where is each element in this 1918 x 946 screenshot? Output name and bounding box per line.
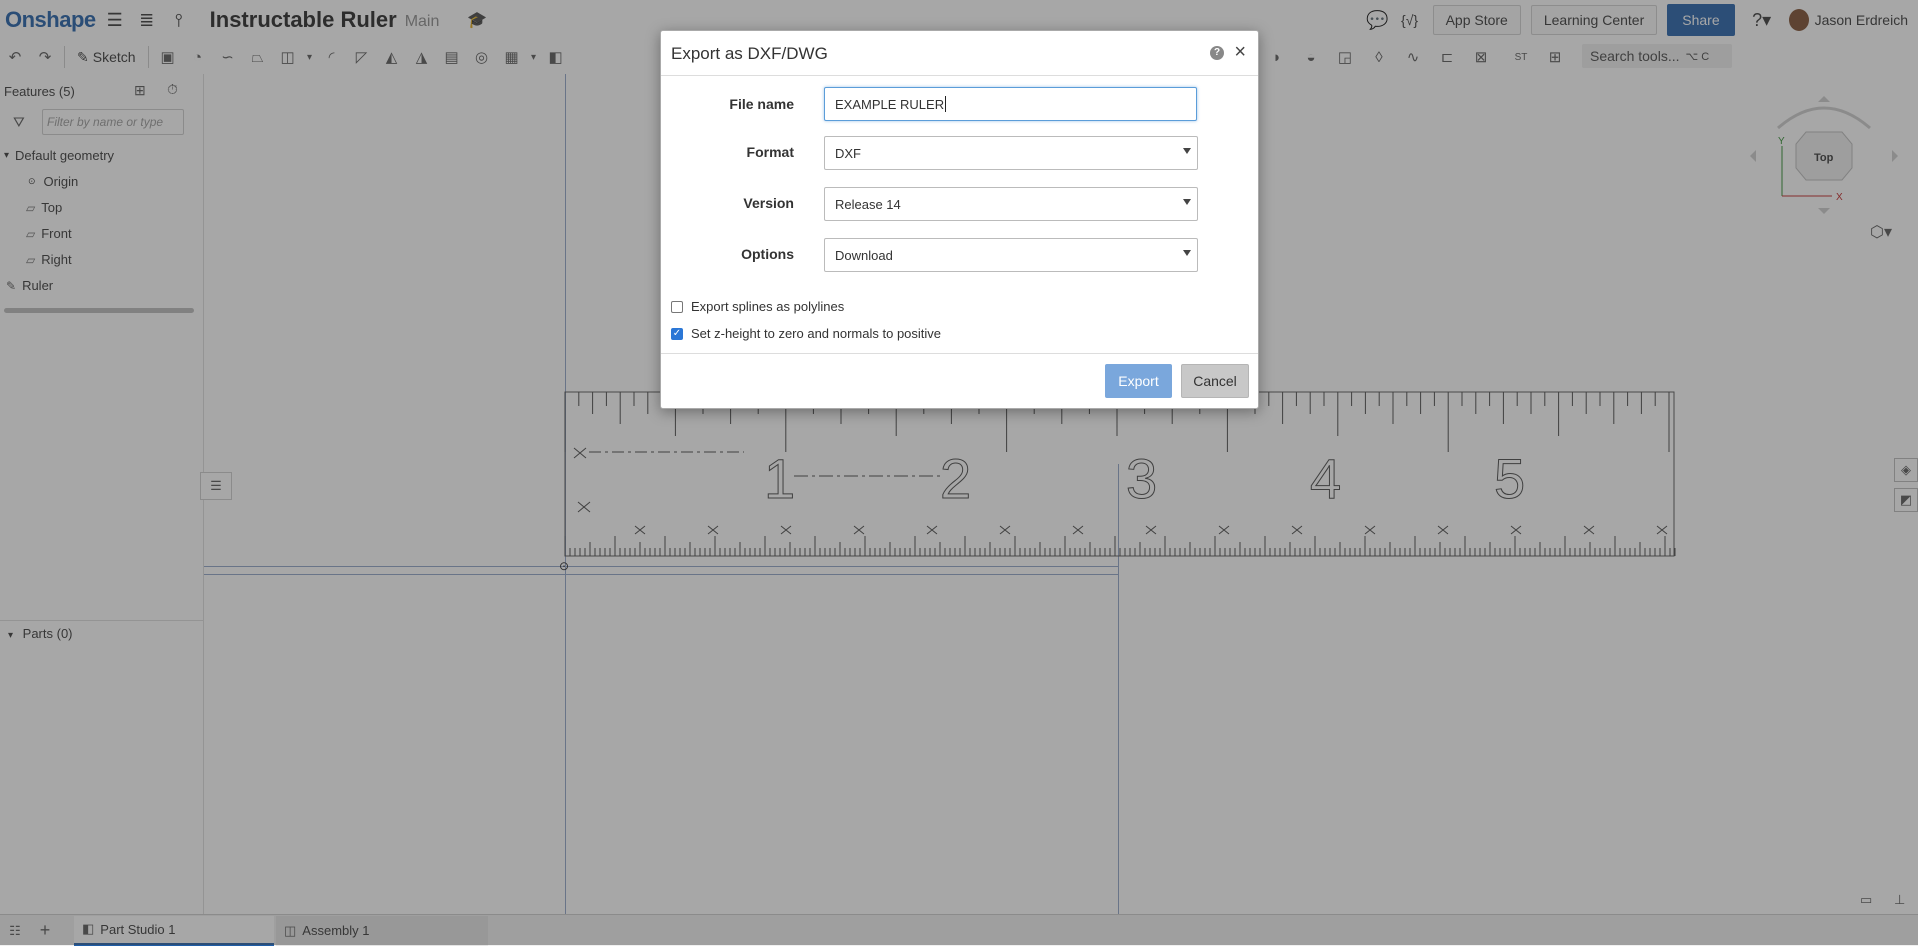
close-icon[interactable]: × <box>1234 41 1246 64</box>
format-value: DXF <box>835 145 861 161</box>
version-value: Release 14 <box>835 196 901 212</box>
export-button[interactable]: Export <box>1105 364 1172 398</box>
format-select[interactable]: DXF <box>824 136 1198 170</box>
divider <box>661 353 1258 354</box>
export-splines-label: Export splines as polylines <box>691 299 845 314</box>
options-label: Options <box>741 246 794 262</box>
text-cursor <box>945 96 947 112</box>
export-dialog: Export as DXF/DWG ? × File name EXAMPLE … <box>660 30 1259 409</box>
divider <box>661 75 1258 76</box>
dialog-title: Export as DXF/DWG <box>671 44 828 63</box>
cancel-button[interactable]: Cancel <box>1181 364 1249 398</box>
z-height-checkbox[interactable]: ✓ <box>671 327 683 340</box>
version-label: Version <box>743 195 794 211</box>
export-splines-checkbox[interactable] <box>671 300 683 313</box>
help-icon[interactable]: ? <box>1210 46 1224 60</box>
chevron-down-icon <box>1183 199 1191 205</box>
export-splines-row[interactable]: Export splines as polylines <box>671 299 844 314</box>
file-name-value: EXAMPLE RULER <box>835 96 945 112</box>
chevron-down-icon <box>1183 250 1191 256</box>
file-name-input[interactable]: EXAMPLE RULER <box>824 87 1197 121</box>
file-name-label: File name <box>729 96 794 112</box>
z-height-row[interactable]: ✓ Set z-height to zero and normals to po… <box>671 326 941 341</box>
version-select[interactable]: Release 14 <box>824 187 1198 221</box>
chevron-down-icon <box>1183 148 1191 154</box>
options-select[interactable]: Download <box>824 238 1198 272</box>
format-label: Format <box>746 144 794 160</box>
options-value: Download <box>835 247 893 263</box>
z-height-label: Set z-height to zero and normals to posi… <box>691 326 942 341</box>
